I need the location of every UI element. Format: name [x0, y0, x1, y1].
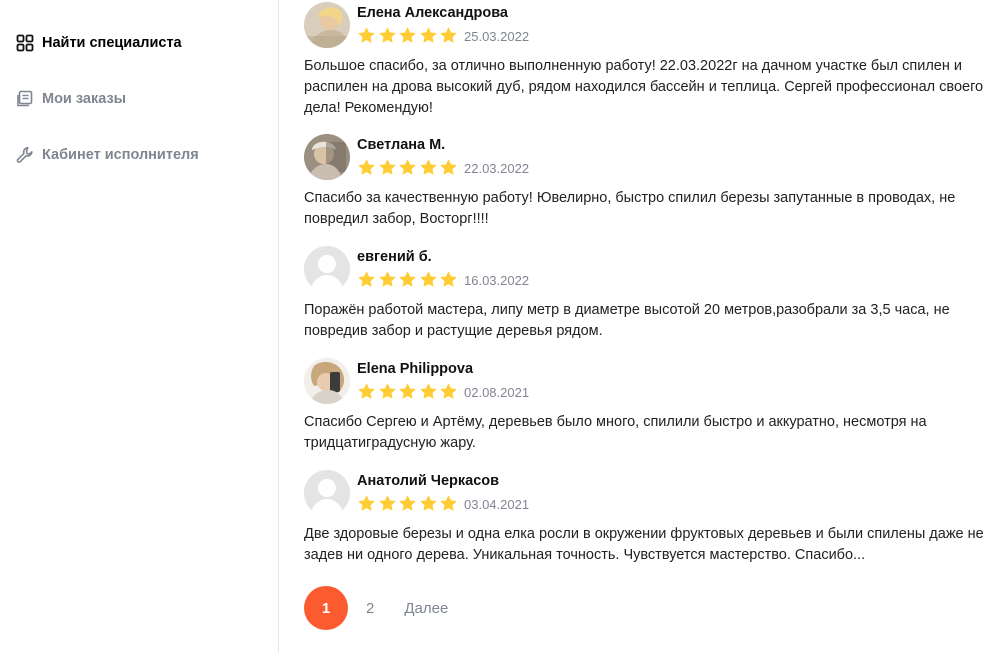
star-icon: [399, 383, 416, 399]
review-text: Поражён работой мастера, липу метр в диа…: [304, 302, 950, 339]
star-icon: [358, 383, 375, 399]
star-icon: [440, 383, 457, 399]
rating-stars: [357, 158, 458, 177]
star-icon: [358, 495, 375, 511]
star-icon: [440, 271, 457, 287]
wrench-icon: [16, 146, 34, 164]
review-author[interactable]: Светлана М.: [357, 137, 445, 153]
review-item: Светлана М. 22.03.2022 Спасибо за качест…: [304, 134, 984, 230]
avatar[interactable]: [304, 470, 350, 516]
review-text: Две здоровые березы и одна елка росли в …: [304, 526, 984, 563]
avatar[interactable]: [304, 358, 350, 404]
rating-stars: [357, 270, 458, 289]
review-date: 16.03.2022: [464, 273, 530, 288]
review-author[interactable]: Анатолий Черкасов: [357, 473, 499, 489]
review-date: 02.08.2021: [464, 385, 530, 400]
star-icon: [440, 159, 457, 175]
review-item: Анатолий Черкасов 03.04.2021 Две здоровы…: [304, 470, 984, 566]
grid-icon: [16, 34, 34, 52]
star-icon: [419, 159, 437, 175]
star-icon: [399, 271, 416, 287]
star-icon: [378, 159, 396, 175]
review-author[interactable]: Елена Александрова: [357, 5, 508, 21]
review-item: Elena Philippova 02.08.2021 Спасибо Серг…: [304, 358, 984, 454]
star-icon: [419, 27, 437, 43]
sidebar-item-executor-cabinet[interactable]: Кабинет исполнителя: [16, 146, 199, 164]
star-icon: [378, 271, 396, 287]
orders-icon: [16, 90, 34, 108]
star-icon: [378, 383, 396, 399]
sidebar: Найти специалиста Мои заказы Кабинет исп…: [0, 0, 279, 652]
rating-stars: [357, 26, 458, 45]
review-author[interactable]: евгений б.: [357, 249, 432, 265]
star-icon: [399, 27, 416, 43]
review-date: 22.03.2022: [464, 161, 530, 176]
star-icon: [358, 27, 375, 43]
rating-stars: [357, 382, 458, 401]
rating-stars: [357, 494, 458, 513]
avatar[interactable]: [304, 134, 350, 180]
star-icon: [358, 159, 375, 175]
avatar[interactable]: [304, 2, 350, 48]
next-page-link[interactable]: Далее: [404, 600, 448, 617]
star-icon: [358, 271, 375, 287]
review-date: 03.04.2021: [464, 497, 530, 512]
review-author[interactable]: Elena Philippova: [357, 361, 473, 377]
star-icon: [440, 495, 457, 511]
avatar[interactable]: [304, 246, 350, 292]
star-icon: [399, 495, 416, 511]
star-icon: [399, 159, 416, 175]
star-icon: [419, 271, 437, 287]
star-icon: [440, 27, 457, 43]
page-2-link[interactable]: 2: [366, 600, 374, 617]
sidebar-item-label: Кабинет исполнителя: [42, 147, 199, 163]
star-icon: [419, 495, 437, 511]
review-item: Елена Александрова 25.03.2022 Большое сп…: [304, 2, 984, 119]
review-text: Спасибо Сергею и Артёму, деревьев было м…: [304, 414, 927, 451]
star-icon: [378, 27, 396, 43]
reviews-panel: Елена Александрова 25.03.2022 Большое сп…: [280, 0, 987, 652]
review-item: евгений б. 16.03.2022 Поражён работой ма…: [304, 246, 984, 342]
star-icon: [378, 495, 396, 511]
sidebar-item-label: Мои заказы: [42, 91, 127, 107]
sidebar-item-find-specialist[interactable]: Найти специалиста: [16, 34, 182, 52]
review-text: Большое спасибо, за отлично выполненную …: [304, 58, 984, 116]
sidebar-item-label: Найти специалиста: [42, 35, 182, 51]
page-1-button[interactable]: 1: [304, 586, 348, 630]
pagination: 1 2 Далее: [304, 586, 448, 630]
review-text: Спасибо за качественную работу! Ювелирно…: [304, 190, 956, 227]
star-icon: [419, 383, 437, 399]
review-date: 25.03.2022: [464, 29, 530, 44]
sidebar-item-my-orders[interactable]: Мои заказы: [16, 90, 126, 108]
